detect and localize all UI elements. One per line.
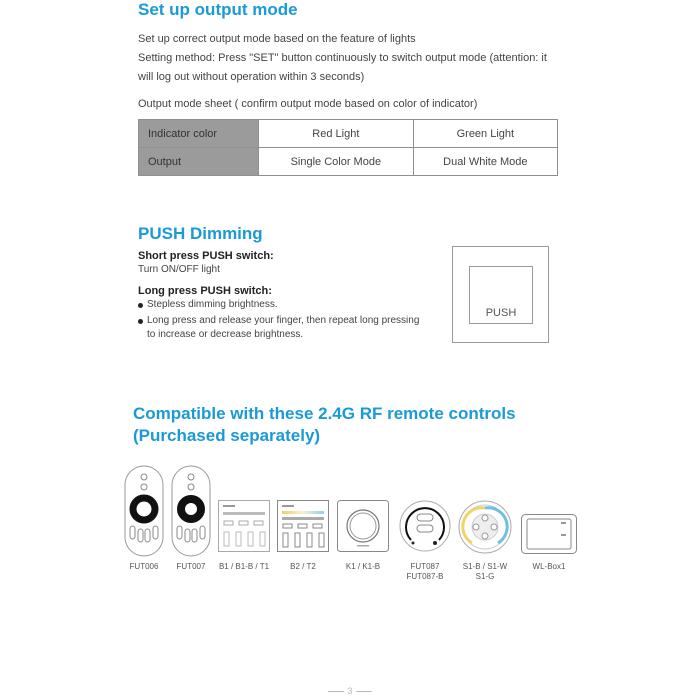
table-cell: Single Color Mode	[258, 147, 414, 176]
oval-remote-icon	[171, 465, 211, 557]
round-touch-panel-icon	[458, 500, 512, 554]
footer-divider	[355, 691, 372, 693]
table-row-header: Indicator color	[138, 119, 259, 148]
long-press-list: Stepless dimming brightness. Long press …	[138, 298, 428, 342]
table-cell: Red Light	[258, 119, 414, 148]
push-switch-diagram: PUSH	[452, 246, 549, 343]
wall-panel-icon	[218, 500, 270, 552]
wl-box-icon	[521, 514, 577, 554]
remote-label: S1-B / S1-W S1-G	[462, 562, 508, 581]
sheet-caption: Output mode sheet ( confirm output mode …	[138, 98, 478, 110]
knob-panel-icon	[337, 500, 389, 552]
list-item: Long press and release your finger, then…	[138, 314, 428, 342]
remote-label: WL-Box1	[532, 562, 566, 571]
table-cell: Dual White Mode	[412, 147, 559, 176]
section-title-output-mode: Set up output mode	[138, 0, 298, 19]
page-footer: 3	[0, 686, 700, 696]
push-button-icon: PUSH	[469, 266, 533, 324]
intro-line-2: Setting method: Press "SET" button conti…	[138, 52, 547, 64]
round-remote-icon	[399, 500, 451, 552]
short-press-text: Turn ON/OFF light	[138, 264, 220, 275]
footer-divider	[328, 691, 345, 693]
table-cell: Green Light	[412, 119, 559, 148]
section-title-compatible-remotes: Compatible with these 2.4G RF remote con…	[133, 403, 516, 447]
oval-remote-icon	[124, 465, 164, 557]
section-title-push-dimming: PUSH Dimming	[138, 224, 263, 243]
compatible-title-line-2: (Purchased separately)	[133, 426, 321, 445]
output-mode-table: Indicator color Red Light Green Light Ou…	[138, 119, 559, 176]
intro-line-1: Set up correct output mode based on the …	[138, 33, 416, 45]
table-row: Indicator color Red Light Green Light	[138, 119, 559, 148]
compatible-title-line-1: Compatible with these 2.4G RF remote con…	[133, 404, 516, 423]
page-number: 3	[347, 686, 353, 696]
table-row-header: Output	[138, 147, 259, 176]
remote-label: K1 / K1-B	[345, 562, 381, 571]
intro-line-3: will log out without operation within 3 …	[138, 71, 365, 83]
long-press-heading: Long press PUSH switch:	[138, 285, 272, 297]
short-press-heading: Short press PUSH switch:	[138, 250, 274, 262]
output-mode-intro: Set up correct output mode based on the …	[138, 30, 547, 87]
list-item: Stepless dimming brightness.	[138, 298, 428, 312]
table-row: Output Single Color Mode Dual White Mode	[138, 147, 559, 176]
push-dimming-body: Short press PUSH switch: Turn ON/OFF lig…	[138, 249, 438, 344]
wall-panel-cct-icon	[277, 500, 329, 552]
push-label: PUSH	[485, 307, 517, 319]
